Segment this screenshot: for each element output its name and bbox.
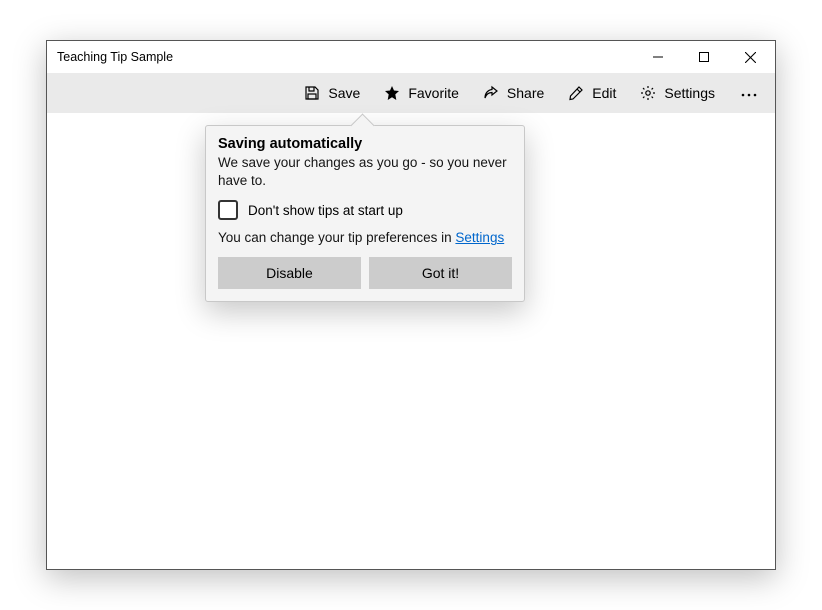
window-controls xyxy=(635,41,773,73)
tip-footer-text: You can change your tip preferences in xyxy=(218,230,455,245)
content-area: Saving automatically We save your change… xyxy=(47,113,775,569)
app-window: Teaching Tip Sample Save Favorite xyxy=(46,40,776,570)
share-button[interactable]: Share xyxy=(471,79,556,107)
close-icon xyxy=(745,52,756,63)
checkbox[interactable] xyxy=(218,200,238,220)
edit-button[interactable]: Edit xyxy=(556,79,628,107)
save-button[interactable]: Save xyxy=(292,79,372,107)
maximize-icon xyxy=(699,52,709,62)
settings-link[interactable]: Settings xyxy=(455,230,504,245)
favorite-label: Favorite xyxy=(408,85,459,101)
settings-button[interactable]: Settings xyxy=(628,79,727,107)
more-icon xyxy=(741,84,757,102)
close-button[interactable] xyxy=(727,41,773,73)
checkbox-label: Don't show tips at start up xyxy=(248,203,403,218)
share-icon xyxy=(483,85,499,101)
tip-footer: You can change your tip preferences in S… xyxy=(218,230,512,245)
toolbar: Save Favorite Share Edit Settings xyxy=(47,73,775,113)
settings-label: Settings xyxy=(664,85,715,101)
minimize-icon xyxy=(653,52,663,62)
save-icon xyxy=(304,85,320,101)
star-icon xyxy=(384,85,400,101)
window-title: Teaching Tip Sample xyxy=(57,50,635,64)
teaching-tip: Saving automatically We save your change… xyxy=(205,125,525,302)
more-button[interactable] xyxy=(727,78,771,108)
share-label: Share xyxy=(507,85,544,101)
gear-icon xyxy=(640,85,656,101)
gotit-button[interactable]: Got it! xyxy=(369,257,512,289)
edit-label: Edit xyxy=(592,85,616,101)
tip-actions: Disable Got it! xyxy=(218,257,512,289)
save-label: Save xyxy=(328,85,360,101)
tip-checkbox-row[interactable]: Don't show tips at start up xyxy=(218,200,512,220)
maximize-button[interactable] xyxy=(681,41,727,73)
favorite-button[interactable]: Favorite xyxy=(372,79,471,107)
pencil-icon xyxy=(568,85,584,101)
tip-title: Saving automatically xyxy=(218,136,512,152)
tip-subtitle: We save your changes as you go - so you … xyxy=(218,154,512,190)
minimize-button[interactable] xyxy=(635,41,681,73)
disable-button[interactable]: Disable xyxy=(218,257,361,289)
titlebar: Teaching Tip Sample xyxy=(47,41,775,73)
